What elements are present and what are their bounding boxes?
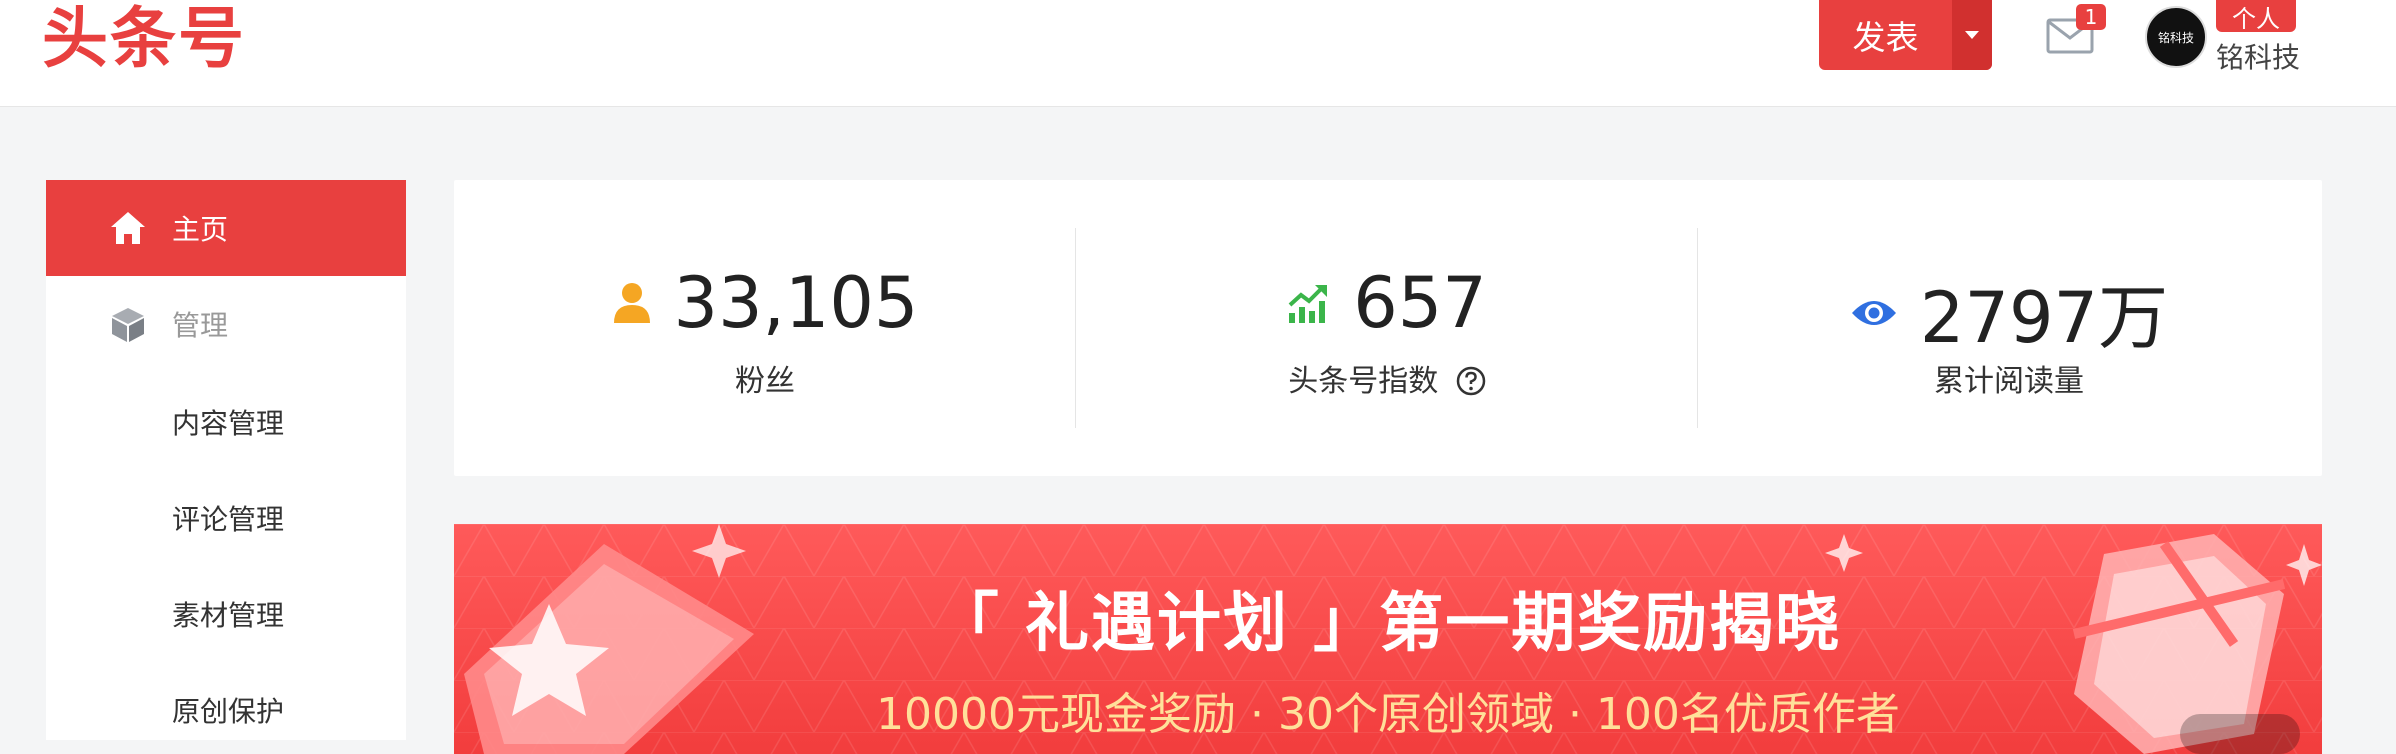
publish-button[interactable]: 发表 [1819,0,1992,70]
help-icon[interactable] [1456,366,1486,396]
sidebar-item-home-label: 主页 [172,213,229,246]
eye-icon [1851,300,1896,325]
promo-banner[interactable]: 「 礼遇计划 」第一期奖励揭晓 10000元现金奖励 · 30个原创领域 · 1… [454,524,2322,754]
top-bar: 头条号 发表 1 铭科技 个人 铭科技 [0,0,2396,107]
stat-fans-label: 粉丝 [735,364,795,399]
banner-title: 「 礼遇计划 」第一期奖励揭晓 [934,587,1842,661]
stat-index-label: 头条号指数 [1288,364,1439,399]
stat-fans-value: 33,105 [673,262,919,344]
sidebar-item-home[interactable]: 主页 [46,180,406,276]
stat-reads[interactable]: 2797万 累计阅读量 [1698,180,2320,476]
stat-fans[interactable]: 33,105 粉丝 [454,180,1076,476]
chevron-down-icon [1965,31,1979,39]
sidebar-item-manage[interactable]: 管理 [46,276,406,372]
stat-index-value: 657 [1353,262,1487,344]
user-icon [613,283,650,323]
avatar-text: 铭科技 [2157,30,2194,45]
cube-icon [112,308,144,342]
sidebar-item-material-management[interactable]: 素材管理 [172,594,284,634]
stat-reads-label: 累计阅读量 [1934,364,2084,399]
logo[interactable]: 头条号 [42,0,246,78]
stat-index[interactable]: 657 头条号指数 [1076,180,1698,476]
avatar[interactable]: 铭科技 [2145,6,2207,68]
banner-subtitle: 10000元现金奖励 · 30个原创领域 · 100名优质作者 [876,689,1900,740]
sidebar-item-original-protection[interactable]: 原创保护 [172,690,284,730]
sidebar: 主页 管理 内容管理 评论管理 素材管理 原创保护 [46,180,406,740]
publish-label[interactable]: 发表 [1819,0,1952,70]
stat-index-label-wrap: 头条号指数 [1076,356,1698,400]
trend-icon [1288,285,1328,323]
stats-panel: 33,105 粉丝 657 头条号指数 2797万 累计阅读量 [454,180,2322,476]
notification-badge: 1 [2076,4,2106,30]
sidebar-item-comment-management[interactable]: 评论管理 [172,498,284,538]
username[interactable]: 铭科技 [2216,36,2300,76]
account-type-badge: 个人 [2216,0,2296,33]
publish-dropdown-button[interactable] [1952,0,1992,70]
sidebar-item-content-management[interactable]: 内容管理 [172,402,284,442]
sidebar-item-manage-label: 管理 [172,309,229,342]
home-icon [111,212,145,244]
stat-reads-value: 2797万 [1919,277,2169,359]
